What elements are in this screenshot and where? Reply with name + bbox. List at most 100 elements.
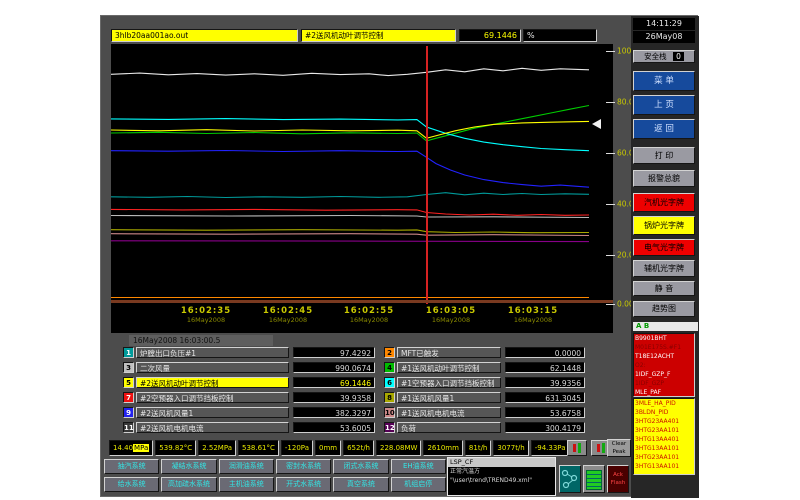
boiler-annunciator-button[interactable]: 锅炉光字牌 <box>633 216 695 235</box>
pen-number-swatch: 12 <box>384 422 395 433</box>
pen-value: 53.6005 <box>293 422 375 433</box>
pen-label[interactable]: 炉膛出口负压#1 <box>136 347 289 358</box>
pen-label[interactable]: #1送风机电机电流 <box>397 407 501 418</box>
legend-row: 6#1空预器入口调节挡板控制39.9356 <box>384 376 385 389</box>
point-tag-field[interactable]: 3hlb20aa001ao.out <box>111 29 298 42</box>
current-value-pointer-icon <box>592 119 601 129</box>
pen-label[interactable]: #2送风机风量1 <box>136 407 289 418</box>
legend-row: 11#2送风机电机电流53.6005 <box>123 421 124 434</box>
clock-date: 26May08 <box>633 31 695 43</box>
pen-label[interactable]: #2送风机电机电流 <box>136 422 289 433</box>
red-led-icon <box>573 444 576 452</box>
system-menu-button[interactable]: 凝结水系统 <box>161 459 216 474</box>
tick-time: 16:02:35 <box>171 306 241 316</box>
system-menu-button[interactable]: 润滑油系统 <box>219 459 274 474</box>
trend-lines <box>111 46 589 299</box>
pen-number-swatch: 11 <box>123 422 134 433</box>
pen-label[interactable]: #1空预器入口调节挡板控制 <box>397 377 501 388</box>
print-button[interactable]: 打 印 <box>633 147 695 164</box>
turbine-annunciator-button[interactable]: 汽机光字牌 <box>633 193 695 212</box>
system-menu-button[interactable]: 抽汽系统 <box>104 459 159 474</box>
alarm-tag-entry[interactable]: 3HTG13AA101 <box>634 462 694 471</box>
status-value: 81t/h <box>465 440 491 456</box>
system-menu-row-2: 给水系统高加疏水系统主机油系统开式水系统真空系统机组启停 <box>104 477 446 492</box>
system-menu-button[interactable]: 机组启停 <box>391 477 446 492</box>
trend-file-list[interactable]: LSP_CF 正常汽温方"\user\trend\TREND49.xml" <box>447 457 556 496</box>
system-menu-button[interactable]: 开式水系统 <box>276 477 331 492</box>
pen-number-swatch: 3 <box>123 362 134 373</box>
alarm-tag-entry[interactable]: 3MLE_HA_PID <box>634 399 694 408</box>
trend-page-button[interactable]: 趋势图 <box>633 301 695 317</box>
system-menu-button[interactable]: 真空系统 <box>333 477 388 492</box>
axis-tick-mark <box>606 204 615 205</box>
alarm-entry[interactable]: T18E12ACHT <box>634 352 694 361</box>
point-value-display: 69.1446 <box>459 29 521 42</box>
system-menu-button[interactable]: 密封水系统 <box>276 459 331 474</box>
system-menu-button[interactable]: 主机油系统 <box>219 477 274 492</box>
point-description-field[interactable]: #2送风机动叶调节控制 <box>301 29 456 42</box>
tick-date: 16May2008 <box>416 316 486 324</box>
green-led-icon <box>602 443 605 453</box>
legend-row: 10#1送风机电机电流53.6758 <box>384 406 385 419</box>
alarm-tag-entry[interactable]: 3BLDN_PID <box>634 408 694 417</box>
alarm-entry[interactable]: B9901BHT <box>634 334 694 343</box>
alarm-entry[interactable]: MLE_PAF <box>634 388 694 397</box>
alarm-tag-entry[interactable]: 3HTG23AA101 <box>634 426 694 435</box>
axis-tick-mark <box>606 255 615 256</box>
selected-trend-group[interactable]: LSP_CF <box>448 458 555 467</box>
alarm-entry[interactable]: 1IDF_GZP <box>634 379 694 388</box>
legend-row: 4#1送风机动叶调节控制62.1448 <box>384 361 385 374</box>
alarm-tag-entry[interactable]: 3HTG13AA101 <box>634 444 694 453</box>
mute-button[interactable]: 静 音 <box>633 281 695 296</box>
pen-label[interactable]: 负荷 <box>397 422 501 433</box>
alarm-summary-button[interactable]: 报警总貌 <box>633 170 695 187</box>
status-value: 14.40MPa <box>109 440 153 456</box>
prev-page-button[interactable]: 上 页 <box>633 95 695 115</box>
network-view-button[interactable] <box>559 465 581 493</box>
alarm-tag-entry[interactable]: 3HTG13AA401 <box>634 435 694 444</box>
ack-flash-button[interactable]: AckFlash <box>607 465 629 493</box>
pen-label[interactable]: #1送风机动叶调节控制 <box>397 362 501 373</box>
alarm-entry[interactable]: O2: <box>634 361 694 370</box>
pen-value: 631.3045 <box>505 392 585 403</box>
alarm-entry[interactable]: M01E175S.#F1 <box>634 343 694 352</box>
pen-number-swatch: 10 <box>384 407 395 418</box>
legend-row: 1炉膛出口负压#197.4292 <box>123 346 124 359</box>
table-view-button[interactable] <box>583 465 605 493</box>
legend-row: 5#2送风机动叶调节控制69.1446 <box>123 376 124 389</box>
auxiliary-annunciator-button[interactable]: 辅机光字牌 <box>633 260 695 277</box>
pen-value: 0.0000 <box>505 347 585 358</box>
status-value: 2.52MPa <box>198 440 236 456</box>
trend-line <box>111 193 589 198</box>
alarm-entry[interactable]: 1IDF_GZP_F <box>634 370 694 379</box>
point-unit-display: % <box>523 29 597 42</box>
trend-run-indicator-button[interactable] <box>567 440 587 456</box>
system-menu-button[interactable]: 闭式水系统 <box>333 459 388 474</box>
pen-label[interactable]: #2空预器入口调节挡板控制 <box>136 392 289 403</box>
alarm-tag-list[interactable]: 3MLE_HA_PID3BLDN_PID3HTG23AA4013HTG23AA1… <box>633 398 695 475</box>
alarm-tag-entry[interactable]: 3HTG23AA101 <box>634 453 694 462</box>
trend-plot-area[interactable]: 16:02:3516May200816:02:4516May200816:02:… <box>111 44 613 333</box>
pen-label[interactable]: #1送风机风量1 <box>397 392 501 403</box>
pen-label[interactable]: MFT已触发 <box>397 347 501 358</box>
pen-label[interactable]: 二次风量 <box>136 362 289 373</box>
status-value: 2610mm <box>423 440 462 456</box>
system-menu-button[interactable]: 给水系统 <box>104 477 159 492</box>
electrical-annunciator-button[interactable]: 电气光字牌 <box>633 239 695 256</box>
axis-tick-mark <box>606 102 615 103</box>
active-alarm-list[interactable]: B9901BHTM01E175S.#F1T18E12ACHTO2:1IDF_GZ… <box>633 333 695 397</box>
back-button[interactable]: 返 回 <box>633 119 695 139</box>
safety-stack[interactable]: 安全栈 0 <box>633 50 695 63</box>
pen-number-swatch: 8 <box>384 392 395 403</box>
time-axis-tick: 16:02:3516May2008 <box>171 306 241 324</box>
pen-label[interactable]: #2送风机动叶调节控制 <box>136 377 289 388</box>
legend-row: 12负荷300.4179 <box>384 421 385 434</box>
system-menu-button[interactable]: 高加疏水系统 <box>161 477 216 492</box>
system-menu-button[interactable]: EH油系统 <box>391 459 446 474</box>
clear-peak-button[interactable]: ClearPeak <box>607 439 631 457</box>
menu-button[interactable]: 菜 单 <box>633 71 695 91</box>
tick-date: 16May2008 <box>171 316 241 324</box>
safety-stack-count: 0 <box>673 52 684 61</box>
alarm-tag-entry[interactable]: 3HTG23AA401 <box>634 417 694 426</box>
trend-cursor[interactable] <box>426 46 428 304</box>
